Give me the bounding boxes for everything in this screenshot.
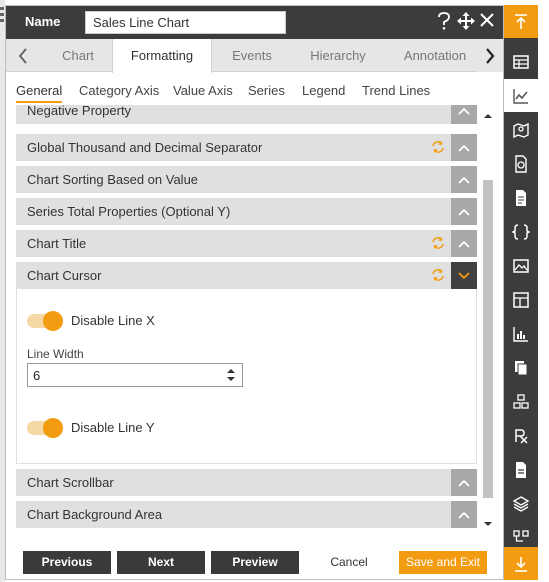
cancel-button[interactable]: Cancel [305,551,393,574]
disable-line-x-label: Disable Line X [71,313,155,328]
rx-icon[interactable] [504,419,538,452]
line-chart-icon[interactable] [504,79,538,112]
line-width-value: 6 [33,368,41,383]
tab-scroll-left-icon[interactable] [10,39,36,72]
tab-bar: Chart Formatting Events Hierarchy Annota… [6,39,503,73]
name-label: Name [25,14,61,29]
edge-mark [0,13,4,16]
tab-events[interactable]: Events [216,39,288,72]
disable-line-y-toggle[interactable] [27,418,63,438]
subtab-trend-lines[interactable]: Trend Lines [362,83,430,98]
tab-formatting[interactable]: Formatting [112,39,212,73]
tab-hierarchy[interactable]: Hierarchy [296,39,380,72]
tab-scroll-right-icon[interactable] [477,39,503,72]
collapse-up-icon[interactable] [504,5,538,38]
edge-mark [0,7,4,10]
layers-icon[interactable] [504,487,538,520]
help-icon[interactable] [435,12,453,32]
scroll-up-icon[interactable] [483,111,493,121]
next-button[interactable]: Next [117,551,205,574]
toggle-knob [43,418,63,438]
dialog-footer: Previous Next Preview Cancel Save and Ex… [6,543,503,579]
section-label: Chart Cursor [27,268,102,283]
toggle-knob [43,311,63,331]
dialog-header: Name [6,6,503,39]
chevron-up-icon[interactable] [451,501,477,528]
refresh-icon[interactable] [431,236,445,250]
chevron-up-icon[interactable] [451,105,477,124]
chevron-up-icon[interactable] [451,469,477,496]
move-icon[interactable] [457,12,475,32]
previous-button[interactable]: Previous [23,551,111,574]
subtab-bar: General Category Axis Value Axis Series … [6,73,503,103]
section-chart-scrollbar[interactable]: Chart Scrollbar [16,469,477,496]
section-chart-title[interactable]: Chart Title [16,230,477,257]
section-series-total[interactable]: Series Total Properties (Optional Y) [16,198,477,225]
document-chart-icon[interactable] [504,147,538,180]
dashboard-icon[interactable] [504,283,538,316]
scrollbar-thumb[interactable] [483,180,493,498]
section-negative-property[interactable]: Negative Property [16,105,477,124]
tab-chart[interactable]: Chart [44,39,112,72]
chevron-up-icon[interactable] [451,134,477,161]
preview-button[interactable]: Preview [211,551,299,574]
section-chart-cursor[interactable]: Chart Cursor [16,262,477,289]
chevron-up-icon[interactable] [451,230,477,257]
cubes-icon[interactable] [504,385,538,418]
section-chart-background-area[interactable]: Chart Background Area [16,501,477,528]
map-icon[interactable] [504,113,538,146]
right-toolbar [504,5,538,580]
section-label: Chart Title [27,236,87,251]
tab-annotation[interactable]: Annotation [392,39,478,72]
refresh-icon[interactable] [431,140,445,154]
stage: Name Chart Formatting Events Hierarchy A… [0,0,549,582]
edge-mark [0,19,4,22]
scroll-down-icon[interactable] [483,519,493,529]
vertical-scrollbar[interactable] [481,105,495,533]
section-label: Series Total Properties (Optional Y) [27,204,231,219]
download-icon[interactable] [504,547,538,580]
document-icon[interactable] [504,181,538,214]
name-input[interactable] [85,11,286,34]
chevron-up-icon[interactable] [451,166,477,193]
report-icon[interactable] [504,453,538,486]
image-icon[interactable] [504,249,538,282]
section-global-thousand-separator[interactable]: Global Thousand and Decimal Separator [16,134,477,161]
subtab-general[interactable]: General [16,83,63,103]
subtab-series[interactable]: Series [248,83,285,98]
section-chart-sorting[interactable]: Chart Sorting Based on Value [16,166,477,193]
chevron-up-icon[interactable] [451,198,477,225]
line-width-input[interactable]: 6 [27,363,243,387]
chart-properties-dialog: Name Chart Formatting Events Hierarchy A… [5,5,504,580]
spinner-icon[interactable] [226,367,236,383]
section-label: Negative Property [27,105,132,118]
section-label: Global Thousand and Decimal Separator [27,140,263,155]
section-label: Chart Sorting Based on Value [27,172,199,187]
subtab-legend[interactable]: Legend [302,83,345,98]
bar-chart-icon[interactable] [504,317,538,350]
copy-icon[interactable] [504,351,538,384]
disable-line-y-label: Disable Line Y [71,420,155,435]
section-label: Chart Scrollbar [27,475,114,490]
refresh-icon[interactable] [431,268,445,282]
chart-cursor-content: Disable Line X Line Width 6 Disable Line… [16,289,477,464]
subtab-category-axis[interactable]: Category Axis [79,83,159,98]
braces-icon[interactable] [504,215,538,248]
section-label: Chart Background Area [27,507,163,522]
close-icon[interactable] [478,12,496,32]
subtab-value-axis[interactable]: Value Axis [173,83,233,98]
table-icon[interactable] [504,45,538,78]
save-and-exit-button[interactable]: Save and Exit [399,551,487,574]
accordion-panel: Negative Property Global Thousand and De… [16,105,479,531]
chevron-down-icon[interactable] [451,262,477,289]
line-width-label: Line Width [27,347,84,361]
disable-line-x-toggle[interactable] [27,311,63,331]
